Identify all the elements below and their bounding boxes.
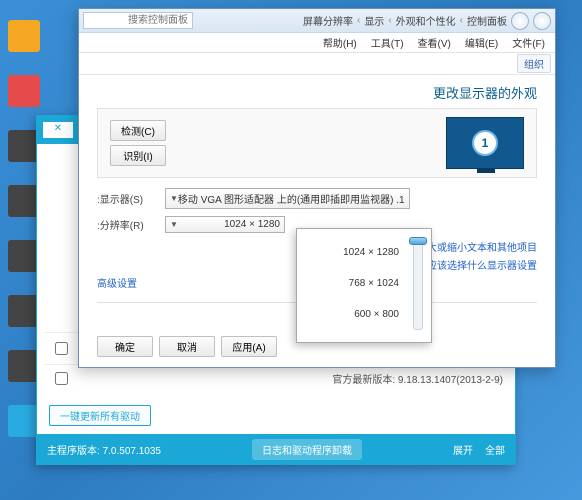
resolution-slider-track[interactable] <box>413 239 423 330</box>
chevron-down-icon: ▼ <box>170 220 178 229</box>
apply-button[interactable]: 应用(A) <box>221 336 277 357</box>
resolution-option[interactable]: 800 × 600 <box>303 299 421 330</box>
menu-tools[interactable]: 工具(T) <box>365 33 410 52</box>
page-title: 更改显示器的外观 <box>97 83 537 102</box>
update-all-button[interactable]: 一键更新所有驱动 <box>49 405 151 426</box>
footer-tab-log[interactable]: 日志和驱动程序卸载 <box>252 439 362 460</box>
resolution-option[interactable]: 1024 × 768 <box>303 268 421 299</box>
resolution-slider-thumb[interactable] <box>409 237 427 245</box>
breadcrumb[interactable]: 控制面板› 外观和个性化› 显示› 屏幕分辨率 <box>197 13 507 28</box>
display-dropdown[interactable]: 1. 移动 VGA 图形适配器 上的(通用即插即用监视器)▼ <box>165 188 410 209</box>
desktop-icon[interactable] <box>4 20 44 70</box>
driver-checkbox[interactable] <box>55 372 68 385</box>
forward-nav-icon[interactable] <box>511 12 529 30</box>
ok-button[interactable]: 确定 <box>97 336 153 357</box>
close-icon[interactable]: ✕ <box>43 122 73 138</box>
detect-button[interactable]: 检测(C) <box>110 120 166 141</box>
monitor-preview[interactable]: 1 <box>446 117 524 169</box>
footer-open[interactable]: 展开 <box>453 442 473 457</box>
chevron-down-icon: ▼ <box>170 194 178 203</box>
resolution-label: 分辨率(R): <box>97 217 157 232</box>
display-label: 显示器(S): <box>97 191 157 206</box>
resolution-popup: 1280 × 1024 1024 × 768 800 × 600 <box>296 228 432 343</box>
resolution-dropdown[interactable]: 1280 × 1024▼ <box>165 216 285 233</box>
resolution-option[interactable]: 1280 × 1024 <box>303 237 421 268</box>
official-version-text: 官方最新版本: 9.18.13.1407(2013-2-9) <box>76 371 503 386</box>
footer-all[interactable]: 全部 <box>485 442 505 457</box>
monitor-number: 1 <box>472 130 498 156</box>
cancel-button[interactable]: 取消 <box>159 336 215 357</box>
footer-version: 主程序版本: 7.0.507.1035 <box>47 442 161 457</box>
advanced-settings-link[interactable]: 高级设置 <box>97 276 137 294</box>
identify-button[interactable]: 识别(I) <box>110 145 166 166</box>
menu-view[interactable]: 查看(V) <box>412 33 457 52</box>
driver-checkbox[interactable] <box>55 342 68 355</box>
menu-edit[interactable]: 编辑(E) <box>459 33 504 52</box>
menubar: 文件(F) 编辑(E) 查看(V) 工具(T) 帮助(H) <box>79 33 555 53</box>
organize-button[interactable]: 组织 <box>517 54 551 73</box>
back-nav-icon[interactable] <box>533 12 551 30</box>
search-input[interactable] <box>83 12 193 29</box>
menu-file[interactable]: 文件(F) <box>506 33 551 52</box>
menu-help[interactable]: 帮助(H) <box>317 33 363 52</box>
